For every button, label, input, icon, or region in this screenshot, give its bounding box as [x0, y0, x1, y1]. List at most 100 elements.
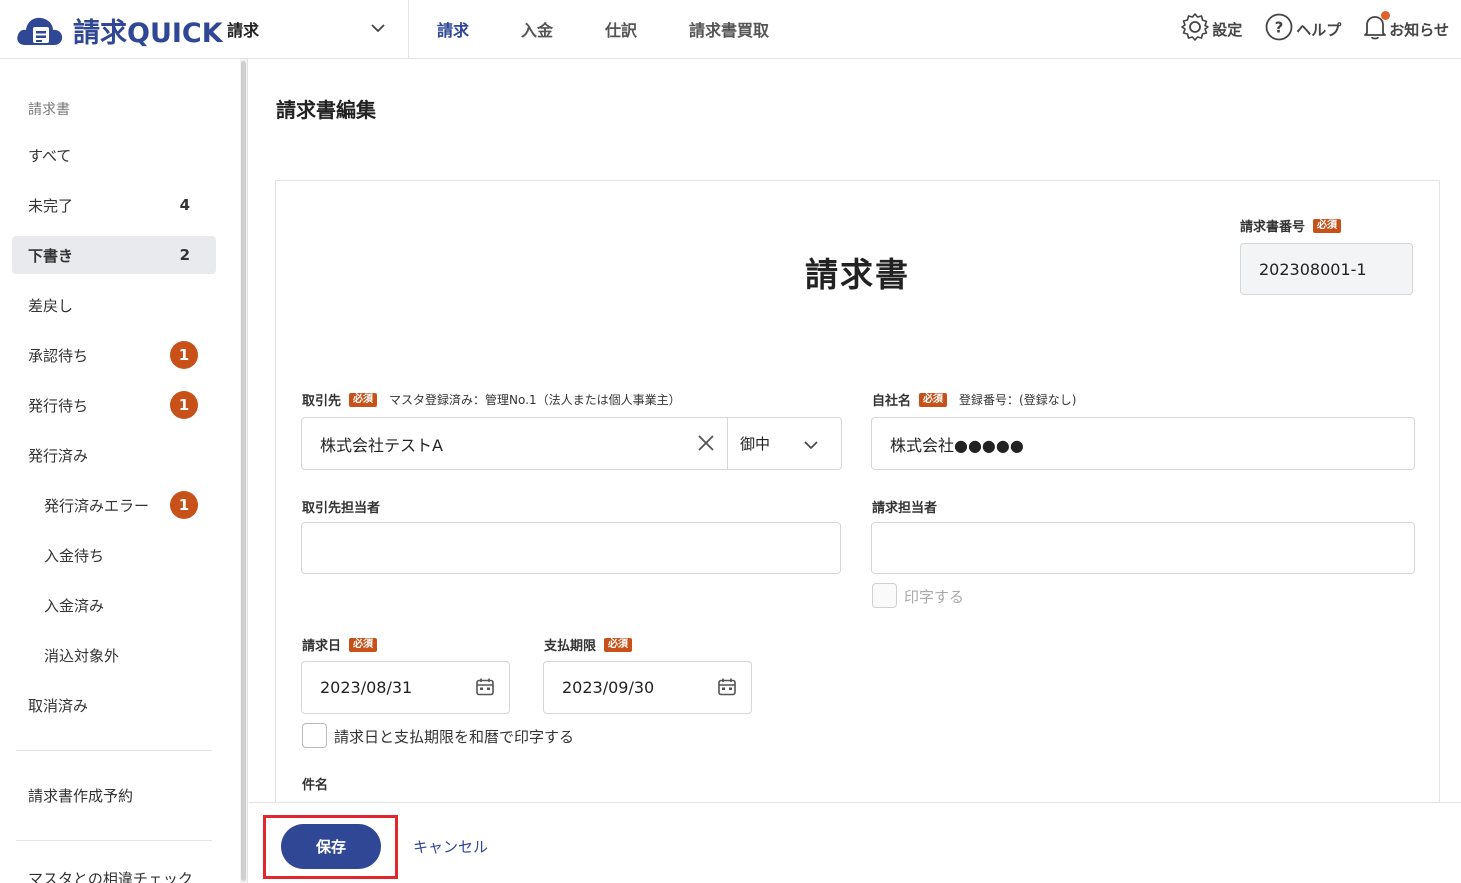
chevron-down-icon	[803, 437, 819, 457]
sidebar-item-label: 入金済み	[44, 596, 105, 615]
sidebar-item-label: 発行済み	[28, 446, 89, 465]
sidebar-item-master-check[interactable]: マスタとの相違チェック	[12, 866, 216, 883]
notification-dot	[1381, 11, 1391, 20]
company-name-input[interactable]: 株式会社●●●●●	[871, 417, 1415, 470]
required-tag: 必須	[1313, 218, 1342, 233]
calendar-icon[interactable]	[475, 677, 495, 701]
close-icon[interactable]	[696, 433, 716, 457]
settings-label: 設定	[1212, 20, 1243, 39]
sidebar-item-awaiting-payment[interactable]: 入金待ち	[12, 536, 216, 574]
registration-note: 登録番号：(登録なし)	[959, 393, 1077, 407]
client-label: 取引先 必須 マスタ登録済み：管理No.1（法人または個人事業主）	[302, 390, 681, 409]
sidebar-item-schedule[interactable]: 請求書作成予約	[12, 776, 216, 814]
sidebar-item-issued[interactable]: 発行済み	[12, 436, 216, 474]
sidebar-item-count: 2	[179, 246, 190, 264]
scrollbar-thumb[interactable]	[241, 61, 246, 881]
save-button[interactable]: 保存	[281, 824, 381, 869]
app-switcher-label: 請求	[227, 21, 260, 40]
cancel-link[interactable]: キャンセル	[413, 836, 488, 857]
honorific-select[interactable]: 御中	[727, 417, 842, 470]
sidebar-item-label: マスタとの相違チェック	[28, 869, 193, 883]
nav-tab-factoring[interactable]: 請求書買取	[689, 17, 769, 41]
sidebar-item-paid[interactable]: 入金済み	[12, 586, 216, 624]
settings-button[interactable]: 設定	[1180, 12, 1242, 46]
page-title: 請求書編集	[276, 98, 376, 122]
notifications-button[interactable]: お知らせ	[1363, 11, 1449, 45]
bell-icon	[1363, 11, 1391, 45]
sidebar-item-badge: 1	[170, 491, 198, 519]
sidebar-item-all[interactable]: すべて	[12, 136, 216, 174]
calendar-icon[interactable]	[717, 677, 737, 701]
required-tag: 必須	[349, 637, 378, 652]
cloud-logo-icon	[15, 11, 65, 49]
required-tag: 必須	[919, 392, 948, 407]
sidebar-item-label: 消込対象外	[44, 646, 120, 665]
sidebar-item-label: 入金待ち	[44, 546, 105, 565]
wareki-label: 請求日と支払期限を和暦で印字する	[334, 728, 575, 746]
required-tag: 必須	[349, 392, 378, 407]
label-text: 取引先	[302, 394, 342, 409]
sidebar-divider	[16, 840, 212, 841]
sidebar-item-returned[interactable]: 差戻し	[12, 286, 216, 324]
honorific-value: 御中	[740, 435, 771, 453]
help-button[interactable]: ? ヘルプ	[1264, 12, 1341, 46]
sidebar-item-badge: 1	[170, 391, 198, 419]
sidebar-item-label: 発行待ち	[28, 396, 89, 415]
sidebar-item-label: 発行済みエラー	[44, 496, 150, 515]
subject-label: 件名	[302, 774, 328, 793]
document-title: 請求書	[805, 255, 910, 294]
client-contact-input[interactable]	[301, 522, 841, 574]
label-text: 自社名	[872, 394, 912, 409]
field-value: 202308001-1	[1259, 259, 1367, 279]
print-contact-label: 印字する	[904, 588, 965, 606]
logo-text: 請求QUICK	[73, 17, 223, 49]
label-text: 件名	[302, 778, 329, 793]
due-date-label: 支払期限 必須	[544, 635, 633, 654]
sidebar-item-label: すべて	[28, 146, 72, 165]
sidebar-item-awaiting-issue[interactable]: 発行待ち 1	[12, 386, 216, 424]
sidebar-scrollbar[interactable]	[240, 59, 248, 883]
top-header: 請求QUICK 請求 請求 入金 仕訳 請求書買取 設定 ? ヘルプ お知らせ	[0, 0, 1461, 59]
invoice-number-field[interactable]: 202308001-1	[1240, 243, 1413, 295]
client-input[interactable]: 株式会社テストA	[301, 417, 728, 470]
sidebar-item-awaiting-approval[interactable]: 承認待ち 1	[12, 336, 216, 374]
print-contact-checkbox[interactable]	[872, 583, 897, 608]
svg-text:?: ?	[1275, 19, 1284, 37]
sidebar-item-label: 取消済み	[28, 696, 89, 715]
wareki-checkbox[interactable]	[302, 723, 327, 748]
help-label: ヘルプ	[1296, 20, 1342, 39]
help-circle-icon: ?	[1264, 12, 1296, 46]
sidebar-divider	[16, 750, 212, 751]
client-master-note: マスタ登録済み：管理No.1（法人または個人事業主）	[389, 393, 681, 407]
label-text: 請求日	[302, 639, 342, 654]
gear-icon	[1180, 12, 1212, 46]
sidebar-item-label: 差戻し	[28, 296, 74, 315]
sidebar-item-label: 承認待ち	[28, 346, 89, 365]
sidebar-item-issued-error[interactable]: 発行済みエラー 1	[12, 486, 216, 524]
nav-tab-billing[interactable]: 請求	[437, 17, 469, 41]
notifications-label: お知らせ	[1389, 20, 1449, 39]
client-contact-label: 取引先担当者	[302, 497, 380, 516]
field-value: 株式会社テストA	[320, 435, 443, 455]
chevron-down-icon	[370, 20, 386, 40]
sidebar-section-title: 請求書	[28, 102, 70, 118]
sidebar-item-incomplete[interactable]: 未完了 4	[12, 186, 216, 224]
sidebar: 請求書 すべて 未完了 4 下書き 2 差戻し 承認待ち 1 発行待ち 1 発行…	[0, 59, 240, 883]
label-text: 請求担当者	[872, 501, 938, 516]
label-text: 取引先担当者	[302, 501, 381, 516]
field-value: 2023/08/31	[320, 678, 413, 697]
main-nav: 請求 入金 仕訳 請求書買取	[437, 0, 821, 58]
billing-contact-input[interactable]	[871, 522, 1415, 574]
sidebar-item-label: 下書き	[28, 246, 74, 265]
nav-tab-payments[interactable]: 入金	[521, 17, 553, 41]
invoice-number-label: 請求書番号 必須	[1240, 216, 1342, 235]
sidebar-item-cancelled[interactable]: 取消済み	[12, 686, 216, 724]
sidebar-item-draft[interactable]: 下書き 2	[12, 236, 216, 274]
sidebar-item-count: 4	[179, 196, 190, 214]
app-switcher[interactable]: 請求	[227, 0, 409, 58]
sidebar-item-badge: 1	[170, 341, 198, 369]
sidebar-item-excluded[interactable]: 消込対象外	[12, 636, 216, 674]
nav-tab-journal[interactable]: 仕訳	[605, 17, 637, 41]
field-value: 2023/09/30	[562, 678, 655, 697]
app-logo[interactable]: 請求QUICK	[15, 10, 223, 50]
